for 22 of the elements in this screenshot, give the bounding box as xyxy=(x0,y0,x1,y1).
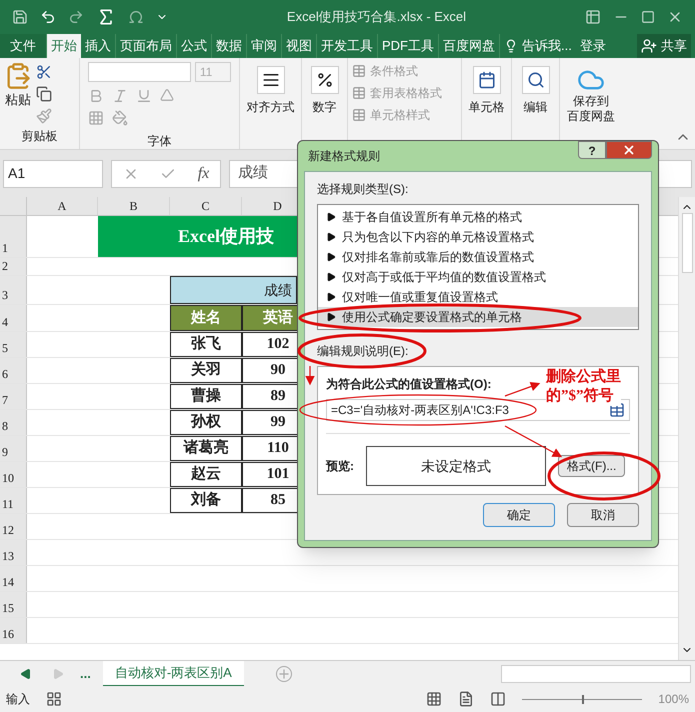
zoom-level: 100% xyxy=(658,691,689,708)
table-cell: 赵云 xyxy=(170,462,242,487)
preview-label: 预览: xyxy=(326,458,354,475)
table-cell: 关羽 xyxy=(170,358,242,383)
header-cell: 姓名 xyxy=(170,305,242,331)
table-cell: 张飞 xyxy=(170,332,242,357)
table-cell: 刘备 xyxy=(170,488,242,513)
edit-rule-label: 编辑规则说明(E): xyxy=(317,343,408,360)
window-title: Excel使用技巧合集.xlsx - Excel xyxy=(286,8,466,26)
annotation-text: 删除公式里 的”$”符号 xyxy=(546,368,621,406)
table-cell: 曹操 xyxy=(170,384,242,409)
table-title-cell: 成绩 xyxy=(170,276,297,304)
group-label: 剪贴板 xyxy=(20,128,58,145)
table-cell: 诸葛亮 xyxy=(170,436,242,461)
banner-cell: Excel使用技 xyxy=(98,216,297,257)
rule-type-label: 选择规则类型(S): xyxy=(317,181,410,198)
status-mode: 输入 xyxy=(6,691,30,708)
table-cell: 孙权 xyxy=(170,410,242,435)
preview-box: 未设定格式 xyxy=(366,446,546,486)
group-label: 字体 xyxy=(146,133,172,150)
formula-label: 为符合此公式的值设置格式(O): xyxy=(326,376,492,393)
dialog-title: 新建格式规则 xyxy=(307,148,380,165)
